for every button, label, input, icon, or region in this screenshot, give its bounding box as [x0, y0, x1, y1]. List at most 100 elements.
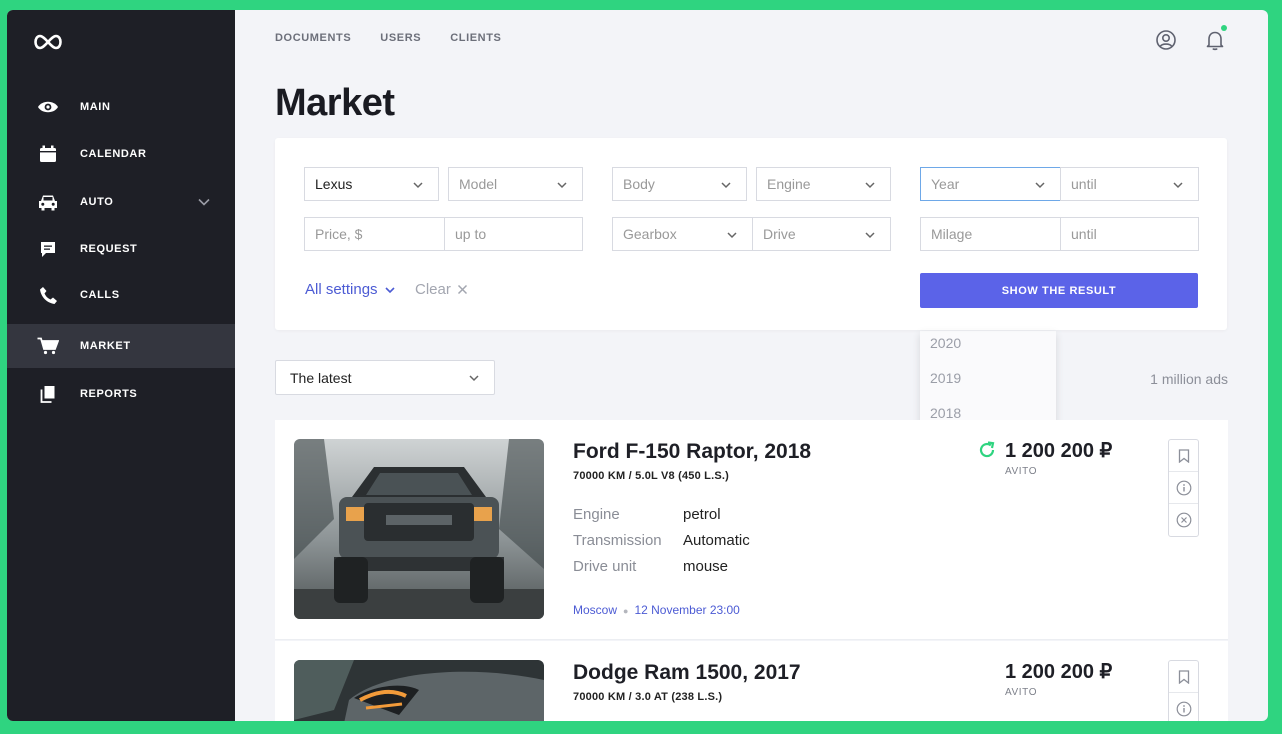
brand-select[interactable]: Lexus	[304, 167, 439, 201]
all-settings-toggle[interactable]: All settings	[305, 281, 396, 298]
clear-label: Clear	[415, 281, 451, 298]
chevron-down-icon	[727, 232, 737, 239]
sidebar-item-market[interactable]: MARKET	[7, 324, 235, 368]
spec-key: Engine	[573, 506, 620, 523]
info-icon	[1176, 480, 1191, 495]
price-from-placeholder: Price, $	[315, 226, 363, 242]
top-navigation: DOCUMENTS USERS CLIENTS	[275, 32, 501, 44]
sidebar-item-auto[interactable]: AUTO	[7, 180, 235, 224]
year-option[interactable]: 2020	[930, 335, 961, 351]
clear-button[interactable]: Clear	[415, 281, 468, 298]
chevron-down-icon	[721, 182, 731, 189]
sidebar-item-label: CALLS	[80, 289, 120, 301]
chevron-down-icon	[865, 182, 875, 189]
listing-title[interactable]: Ford F-150 Raptor, 2018	[573, 440, 811, 464]
listing-price: 1 200 200 ₽	[1005, 440, 1113, 462]
price-to-placeholder: up to	[455, 226, 487, 242]
drive-select[interactable]: Drive	[752, 217, 891, 251]
listing-actions	[1168, 660, 1199, 721]
listing-date: 12 November 23:00	[634, 603, 740, 617]
model-select[interactable]: Model	[448, 167, 583, 201]
listing-subtitle: 70000 KM / 5.0L V8 (450 L.S.)	[573, 470, 730, 482]
body-select[interactable]: Body	[612, 167, 747, 201]
sidebar: MAIN CALENDAR AUTO REQUEST CALLS MARKET …	[7, 10, 235, 721]
listing-card[interactable]: Ford F-150 Raptor, 2018 70000 KM / 5.0L …	[275, 420, 1228, 640]
listing-actions	[1168, 439, 1199, 537]
topnav-documents[interactable]: DOCUMENTS	[275, 32, 351, 44]
year-select-value: Year	[931, 176, 960, 192]
milage-input[interactable]: Milage	[920, 217, 1061, 251]
spec-row: Drive unit mouse	[573, 558, 728, 575]
car-photo[interactable]	[294, 439, 544, 619]
topnav-users[interactable]: USERS	[380, 32, 421, 44]
gearbox-select[interactable]: Gearbox	[612, 217, 753, 251]
spec-row: Engine petrol	[573, 506, 721, 523]
sidebar-item-reports[interactable]: REPORTS	[7, 372, 235, 416]
sidebar-item-label: CALENDAR	[80, 148, 147, 160]
show-result-button[interactable]: SHOW THE RESULT	[920, 273, 1198, 308]
sidebar-item-label: MARKET	[80, 340, 131, 352]
sort-select-value: The latest	[290, 369, 352, 386]
spec-row: Transmission Automatic	[573, 532, 750, 549]
hide-button[interactable]	[1169, 504, 1198, 536]
bookmark-button[interactable]	[1169, 661, 1198, 693]
price-from-input[interactable]: Price, $	[304, 217, 445, 251]
sidebar-item-label: REPORTS	[80, 388, 138, 400]
chat-icon	[37, 238, 59, 260]
year-until-value: until	[1071, 176, 1097, 192]
close-icon	[457, 284, 467, 295]
page-title: Market	[275, 82, 395, 124]
listing-source: AVITO	[1005, 687, 1038, 698]
chevron-down-icon[interactable]	[197, 195, 211, 209]
listing-subtitle: 70000 KM / 3.0 AT (238 L.S.)	[573, 691, 723, 703]
engine-select[interactable]: Engine	[756, 167, 891, 201]
close-circle-icon	[1176, 512, 1191, 528]
phone-icon	[37, 284, 59, 306]
chevron-down-icon	[469, 375, 479, 382]
year-option[interactable]: 2019	[930, 370, 961, 386]
app-window: MAIN CALENDAR AUTO REQUEST CALLS MARKET …	[7, 10, 1268, 721]
refresh-icon[interactable]	[977, 440, 997, 460]
price-to-input[interactable]: up to	[444, 217, 583, 251]
sidebar-item-label: MAIN	[80, 101, 111, 113]
drive-select-value: Drive	[763, 226, 796, 242]
listing-city[interactable]: Moscow	[573, 603, 617, 617]
year-until-select[interactable]: until	[1060, 167, 1199, 201]
spec-value: petrol	[683, 506, 721, 523]
sidebar-item-calendar[interactable]: CALENDAR	[7, 132, 235, 176]
sidebar-item-calls[interactable]: CALLS	[7, 273, 235, 317]
chevron-down-icon	[865, 232, 875, 239]
chevron-down-icon	[1173, 182, 1183, 189]
listing-source: AVITO	[1005, 466, 1038, 477]
year-option[interactable]: 2018	[930, 405, 961, 421]
milage-until-placeholder: until	[1071, 226, 1097, 242]
eye-icon	[37, 96, 59, 118]
year-select[interactable]: Year	[920, 167, 1061, 201]
sidebar-item-request[interactable]: REQUEST	[7, 227, 235, 271]
bookmark-button[interactable]	[1169, 440, 1198, 472]
topnav-clients[interactable]: CLIENTS	[450, 32, 501, 44]
bookmark-icon	[1178, 669, 1189, 684]
car-photo[interactable]	[294, 660, 544, 721]
model-select-value: Model	[459, 176, 498, 192]
spec-value: Automatic	[683, 532, 750, 549]
sidebar-item-main[interactable]: MAIN	[7, 85, 235, 129]
sort-select[interactable]: The latest	[275, 360, 495, 395]
ads-count: 1 million ads	[1150, 371, 1228, 387]
copy-icon	[37, 383, 59, 405]
listing-title[interactable]: Dodge Ram 1500, 2017	[573, 661, 801, 685]
listing-card[interactable]: Dodge Ram 1500, 2017 70000 KM / 3.0 AT (…	[275, 641, 1228, 721]
separator-dot: ●	[623, 606, 629, 616]
info-button[interactable]	[1169, 472, 1198, 504]
spec-value: mouse	[683, 558, 729, 575]
infinity-logo-icon[interactable]	[31, 32, 65, 52]
milage-until-input[interactable]: until	[1060, 217, 1199, 251]
info-button[interactable]	[1169, 693, 1198, 721]
user-avatar-icon[interactable]	[1154, 28, 1178, 52]
bell-icon[interactable]	[1203, 28, 1227, 52]
chevron-down-icon	[557, 182, 567, 189]
gearbox-select-value: Gearbox	[623, 226, 677, 242]
sidebar-item-label: REQUEST	[80, 243, 138, 255]
car-icon	[37, 191, 59, 213]
brand-select-value: Lexus	[315, 176, 353, 192]
